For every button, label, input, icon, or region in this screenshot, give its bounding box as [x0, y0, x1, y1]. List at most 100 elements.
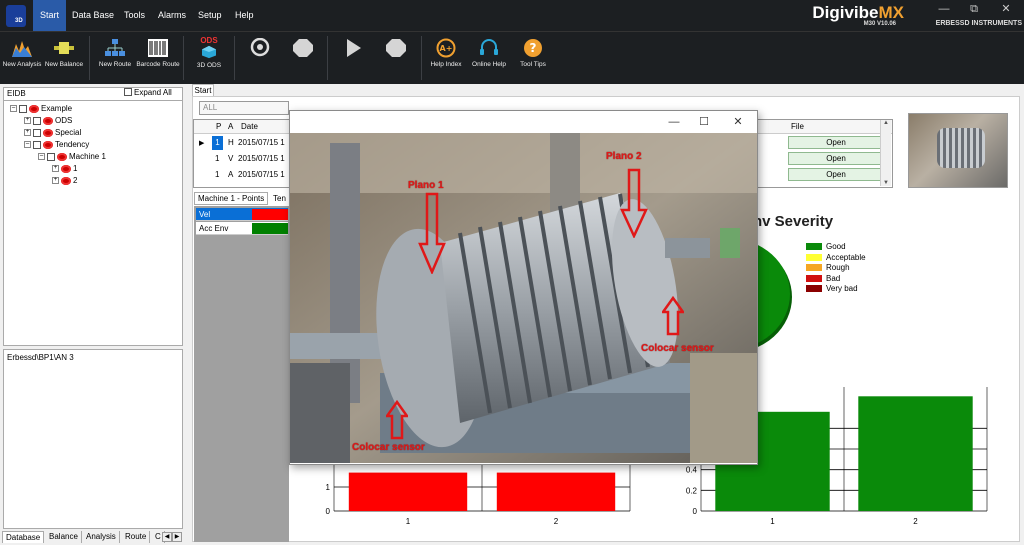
tab-balance[interactable]: Balance	[46, 531, 82, 543]
filter-dropdown[interactable]: ALL	[199, 101, 289, 115]
minimize-icon[interactable]: —	[932, 2, 956, 16]
severity-bar	[252, 223, 288, 234]
record-button[interactable]	[238, 34, 282, 84]
checkbox-icon[interactable]	[33, 116, 41, 125]
collapse-icon[interactable]: –	[24, 141, 31, 149]
help-index-button[interactable]: A+ Help Index	[424, 34, 468, 84]
minimize-icon[interactable]: —	[664, 114, 684, 130]
list-item[interactable]: Acc Env	[196, 222, 288, 235]
online-help-button[interactable]: Online Help	[467, 34, 511, 84]
tree-node-machine-1[interactable]: – Machine 1	[38, 151, 106, 162]
menu-setup[interactable]: Setup	[191, 0, 229, 31]
tab-machine-points[interactable]: Machine 1 - Points	[194, 192, 269, 205]
table-row-p[interactable]: 1	[215, 154, 219, 163]
legend-item: Rough	[806, 263, 866, 274]
checkbox-icon[interactable]	[33, 140, 41, 149]
new-route-button[interactable]: New Route	[93, 34, 137, 84]
brand-title: DigivibeMX	[812, 3, 904, 22]
arrow-up-icon	[662, 296, 684, 336]
barcode-icon	[148, 39, 168, 57]
expand-icon[interactable]: +	[52, 165, 59, 173]
expand-icon[interactable]: +	[24, 129, 31, 137]
app-logo-icon[interactable]: 3D	[6, 5, 26, 27]
table-row-date[interactable]: 2015/07/15 1	[238, 154, 285, 163]
menu-database[interactable]: Data Base	[65, 0, 121, 31]
arrow-down-icon	[620, 168, 648, 238]
open-file-button[interactable]: Open	[788, 152, 884, 165]
open-file-button[interactable]: Open	[788, 168, 884, 181]
grid-header-a[interactable]: A	[228, 122, 233, 131]
ribbon-separator	[89, 36, 90, 80]
arrow-down-icon	[418, 192, 446, 274]
table-row-date[interactable]: 2015/07/15 1	[238, 170, 285, 179]
tree-node-point-2[interactable]: +2	[52, 175, 77, 186]
table-row-a[interactable]: H	[228, 138, 234, 147]
grid-header-p[interactable]: P	[216, 122, 221, 131]
checkbox-icon[interactable]	[19, 104, 27, 113]
folder-node-icon	[43, 140, 53, 149]
tool-tips-button[interactable]: ? Tool Tips	[511, 34, 555, 84]
menu-help[interactable]: Help	[228, 0, 261, 31]
menu-alarms[interactable]: Alarms	[151, 0, 193, 31]
3d-ods-button[interactable]: ODS 3D ODS	[187, 34, 231, 84]
target-pin-icon	[250, 38, 270, 57]
scroll-right-icon[interactable]: ▶	[172, 532, 182, 542]
close-icon[interactable]: ✕	[728, 114, 748, 130]
stop-button[interactable]	[281, 34, 325, 84]
pause-button[interactable]	[374, 34, 418, 84]
menu-tools[interactable]: Tools	[117, 0, 152, 31]
open-file-button[interactable]: Open	[788, 136, 884, 149]
tree-node-tendency[interactable]: – Tendency	[24, 139, 89, 150]
expand-icon[interactable]: +	[24, 117, 31, 125]
menu-start[interactable]: Start	[33, 0, 67, 31]
checkbox-icon[interactable]	[47, 152, 55, 161]
machine-photo-thumbnail[interactable]	[908, 113, 1008, 188]
tree-node-example[interactable]: – Example	[10, 103, 72, 114]
app-version: M30 V10.06	[863, 21, 896, 27]
tree-node-point-1[interactable]: +1	[52, 163, 77, 174]
table-row-a[interactable]: V	[228, 154, 233, 163]
y-tick-label: 0.4	[686, 466, 698, 475]
scroll-down-icon[interactable]: ▼	[881, 180, 891, 186]
grid-scrollbar[interactable]: ▲ ▼	[880, 120, 891, 186]
tree-node-ods[interactable]: + ODS	[24, 115, 72, 126]
bar	[496, 472, 616, 511]
maximize-icon[interactable]: ☐	[694, 114, 714, 130]
cube-icon	[202, 45, 216, 59]
company-name: ERBESSD INSTRUMENTS	[935, 20, 1022, 27]
annotation-label: Colocar sensor	[641, 343, 714, 354]
scroll-up-icon[interactable]: ▲	[881, 120, 891, 126]
bar	[348, 472, 468, 511]
new-balance-button[interactable]: New Balance	[42, 34, 86, 84]
restore-icon[interactable]: ⧉	[962, 2, 986, 16]
tab-analysis[interactable]: Analysis	[83, 531, 120, 543]
tab-route[interactable]: Route	[122, 531, 151, 543]
tree-node-special[interactable]: + Special	[24, 127, 81, 138]
balance-rotor-icon	[54, 42, 74, 54]
tab-tendency[interactable]: Ten	[272, 193, 287, 204]
collapse-icon[interactable]: –	[38, 153, 45, 161]
play-button[interactable]	[331, 34, 375, 84]
table-row-p[interactable]: 1	[215, 170, 219, 179]
tab-start[interactable]: Start	[192, 84, 214, 96]
scroll-left-icon[interactable]: ◀	[162, 532, 172, 542]
tab-database[interactable]: Database	[2, 531, 45, 543]
barcode-route-button[interactable]: Barcode Route	[136, 34, 180, 84]
stop-octagon-icon	[293, 39, 313, 57]
collapse-icon[interactable]: –	[10, 105, 17, 113]
table-row-p[interactable]: 1	[212, 136, 223, 150]
new-analysis-button[interactable]: New Analysis	[0, 34, 44, 84]
annotation-label: Plano 1	[408, 180, 444, 191]
checkbox-icon[interactable]	[33, 128, 41, 137]
grid-header-file[interactable]: File	[791, 122, 804, 131]
expand-icon[interactable]: +	[52, 177, 59, 185]
menu-bar: 3D Start Data Base Tools Alarms Setup He…	[0, 0, 1024, 31]
ribbon-toolbar: New Analysis New Balance New Route Barco…	[0, 31, 1024, 84]
close-icon[interactable]: ✕	[994, 2, 1018, 16]
expand-all-checkbox[interactable]: Expand All	[124, 88, 172, 97]
table-row-a[interactable]: A	[228, 170, 233, 179]
grid-header-date[interactable]: Date	[241, 122, 258, 131]
photo-window-titlebar[interactable]	[290, 111, 757, 134]
table-row-date[interactable]: 2015/07/15 1	[238, 138, 285, 147]
list-item[interactable]: Vel	[196, 208, 288, 221]
